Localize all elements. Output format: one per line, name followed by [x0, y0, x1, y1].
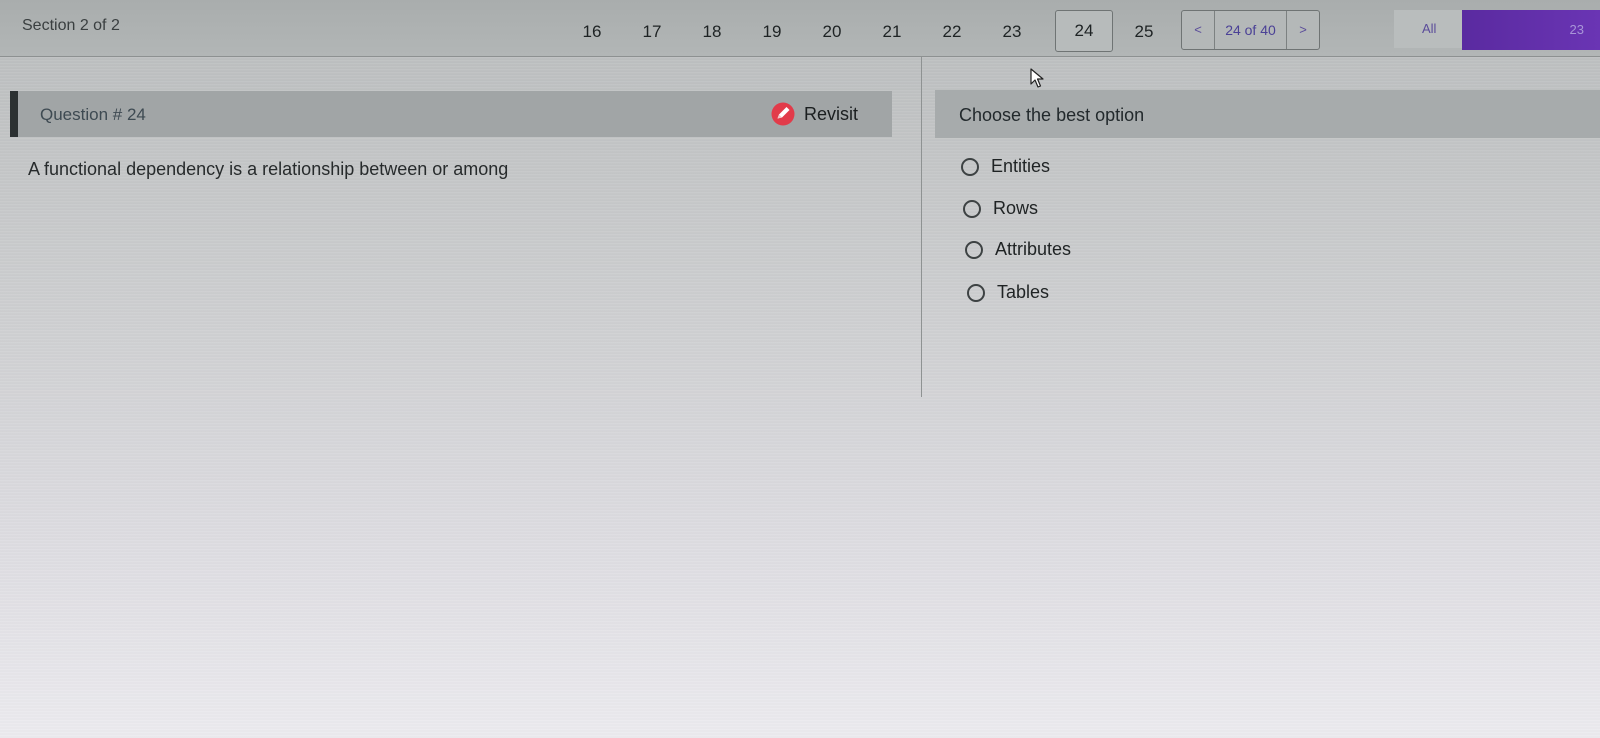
mouse-pointer-icon	[1030, 68, 1044, 88]
section-label: Section 2 of 2	[22, 17, 120, 34]
radio-button[interactable]	[965, 240, 983, 259]
question-number-link[interactable]: 17	[630, 20, 674, 44]
answer-option[interactable]: Entities	[961, 156, 1050, 177]
radio-button[interactable]	[963, 199, 981, 218]
answer-option[interactable]: Tables	[967, 282, 1049, 303]
answer-option-label: Entities	[991, 156, 1051, 176]
question-header: Question # 24 Revisit	[10, 91, 892, 137]
answered-count-badge: 23	[1462, 10, 1600, 50]
question-number-link[interactable]: 20	[810, 20, 854, 44]
answer-panel-title: Choose the best option	[959, 105, 1145, 125]
question-position-indicator: 24 of 40	[1214, 11, 1287, 49]
question-number-link[interactable]: 18	[690, 20, 734, 44]
current-question-number[interactable]: 24	[1055, 10, 1113, 52]
revisit-label: Revisit	[804, 103, 859, 124]
question-text: A functional dependency is a relationshi…	[28, 159, 509, 179]
question-number-link[interactable]: 16	[570, 20, 614, 44]
edit-badge-icon	[770, 101, 796, 127]
question-number-link[interactable]: 23	[990, 20, 1034, 44]
question-panel: Question # 24 Revisit A functional depen…	[0, 57, 922, 397]
radio-button[interactable]	[967, 283, 985, 302]
previous-question-button[interactable]: <	[1182, 11, 1214, 49]
revisit-button[interactable]: Revisit	[770, 99, 858, 129]
answer-option[interactable]: Attributes	[965, 239, 1071, 260]
question-number-link[interactable]: 19	[750, 20, 794, 44]
answer-option-label: Attributes	[995, 239, 1072, 259]
answer-option[interactable]: Rows	[963, 198, 1038, 219]
answer-option-label: Tables	[997, 282, 1050, 302]
question-number-link[interactable]: 22	[930, 20, 974, 44]
radio-button[interactable]	[961, 157, 979, 176]
answer-panel-header: Choose the best option	[935, 90, 1600, 138]
question-filter-dropdown[interactable]: All	[1394, 10, 1462, 48]
top-navigation-bar: Section 2 of 2 16 17 18 19 20 21 22 23 2…	[0, 0, 1600, 57]
question-number-link[interactable]: 21	[870, 20, 914, 44]
answer-option-label: Rows	[993, 198, 1039, 218]
question-title: Question # 24	[40, 105, 146, 124]
question-number-link[interactable]: 25	[1122, 20, 1166, 44]
question-pager: < 24 of 40 >	[1181, 10, 1320, 50]
next-question-button[interactable]: >	[1287, 11, 1319, 49]
answer-panel: Choose the best option Entities Rows Att…	[935, 90, 1600, 302]
